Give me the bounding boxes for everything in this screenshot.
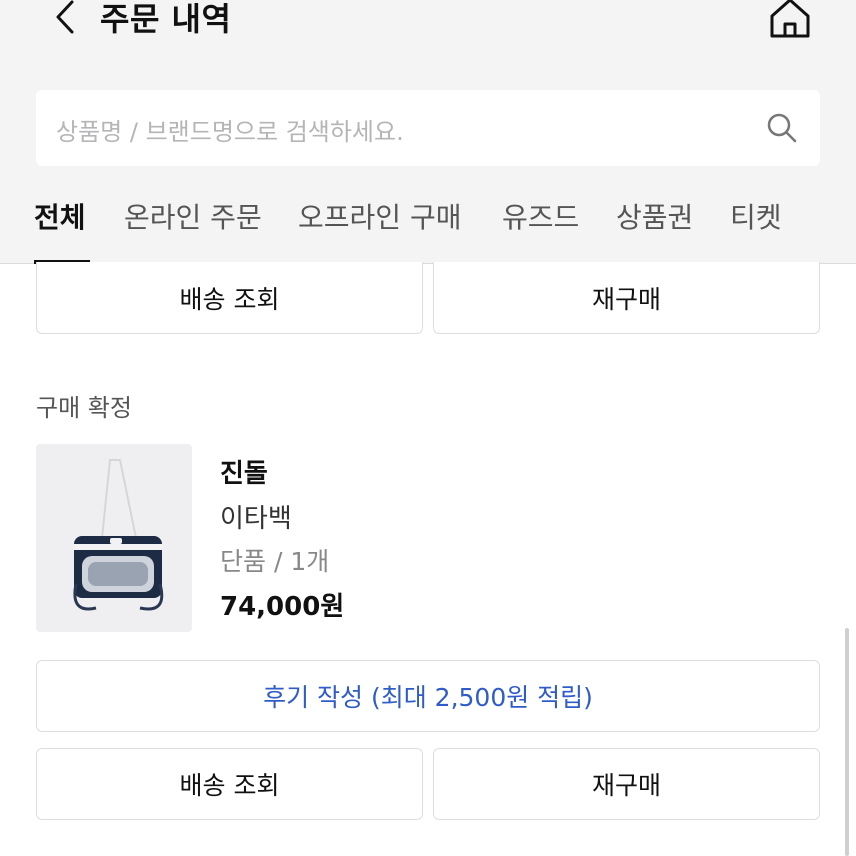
- product-option: 단품 / 1개: [220, 547, 330, 576]
- product-image[interactable]: [36, 444, 192, 632]
- write-review-button[interactable]: 후기 작성 (최대 2,500원 적립): [36, 660, 820, 732]
- page-title: 주문 내역: [100, 0, 232, 38]
- header-area: 주문 내역 상품명 / 브랜드명으로 검색하세요. 전체 온라인 주문 오프라인…: [0, 0, 856, 264]
- tab-offline-purchase[interactable]: 오프라인 구매: [298, 196, 461, 236]
- tab-gift-card[interactable]: 상품권: [616, 196, 693, 236]
- product-name[interactable]: 이타백: [220, 498, 292, 535]
- tab-bar: 전체 온라인 주문 오프라인 구매 유즈드 상품권 티켓: [0, 190, 856, 264]
- track-delivery-button[interactable]: 배송 조회: [36, 748, 423, 820]
- search-placeholder: 상품명 / 브랜드명으로 검색하세요.: [56, 118, 404, 146]
- tab-online-order[interactable]: 온라인 주문: [124, 196, 262, 236]
- brand-name[interactable]: 진돌: [220, 453, 268, 490]
- tab-ticket[interactable]: 티켓: [730, 196, 782, 236]
- search-input[interactable]: 상품명 / 브랜드명으로 검색하세요.: [36, 90, 820, 166]
- home-icon[interactable]: [762, 0, 818, 40]
- search-icon[interactable]: [764, 110, 800, 146]
- rebuy-button[interactable]: 재구매: [433, 748, 820, 820]
- chevron-left-icon[interactable]: [44, 0, 84, 36]
- track-delivery-button[interactable]: 배송 조회: [36, 262, 423, 334]
- scrollbar[interactable]: [845, 628, 849, 856]
- rebuy-button[interactable]: 재구매: [433, 262, 820, 334]
- order-status: 구매 확정: [36, 394, 132, 422]
- tab-all[interactable]: 전체: [34, 196, 86, 236]
- product-price: 74,000원: [220, 592, 345, 622]
- tab-used[interactable]: 유즈드: [502, 196, 579, 236]
